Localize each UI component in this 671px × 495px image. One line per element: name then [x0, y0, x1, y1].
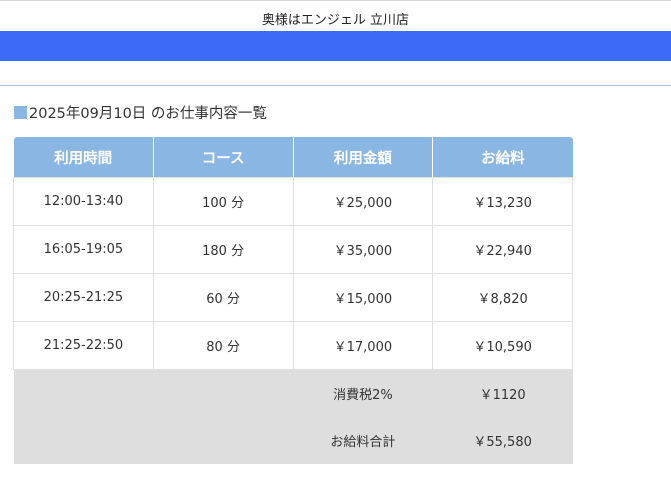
cell-course: 100 分 [152, 177, 294, 226]
cell-time: 16:05-19:05 [13, 225, 154, 274]
cell-course: 80 分 [152, 321, 294, 370]
summary-row-total: お給料合計 ￥55,580 [13, 417, 573, 464]
divider-line [0, 85, 671, 86]
cell-time: 12:00-13:40 [13, 177, 154, 226]
work-list-table-container: 利用時間 コース 利用金額 お給料 12:00-13:40 100 分 ￥25,… [13, 137, 573, 464]
cell-time: 21:25-22:50 [13, 321, 154, 370]
shop-name: 奥様はエンジェル 立川店 [261, 13, 410, 28]
page-heading-text: 2025年09月10日 のお仕事内容一覧 [29, 106, 267, 122]
cell-amount: ￥17,000 [292, 321, 434, 370]
summary-blank [13, 417, 293, 464]
summary-value-tax: ￥1120 [432, 369, 573, 417]
top-bar: 奥様はエンジェル 立川店 [0, 0, 671, 30]
blue-square-icon [14, 106, 27, 119]
cell-amount: ￥15,000 [292, 273, 434, 322]
cell-amount: ￥35,000 [292, 225, 434, 274]
work-list-table: 利用時間 コース 利用金額 お給料 12:00-13:40 100 分 ￥25,… [13, 137, 573, 464]
summary-row-tax: 消費税2% ￥1120 [13, 369, 573, 417]
table-row: 21:25-22:50 80 分 ￥17,000 ￥10,590 [13, 321, 573, 370]
summary-label-tax: 消費税2% [293, 369, 433, 417]
cell-salary: ￥13,230 [432, 177, 573, 226]
table-row: 20:25-21:25 60 分 ￥15,000 ￥8,820 [13, 273, 573, 322]
column-header-amount: 利用金額 [293, 137, 434, 178]
summary-blank [13, 369, 293, 417]
table-row: 16:05-19:05 180 分 ￥35,000 ￥22,940 [13, 225, 573, 274]
cell-salary: ￥10,590 [432, 321, 573, 370]
cell-salary: ￥8,820 [432, 273, 573, 322]
page-heading: 2025年09月10日 のお仕事内容一覧 [14, 102, 267, 123]
cell-salary: ￥22,940 [432, 225, 573, 274]
cell-time: 20:25-21:25 [13, 273, 154, 322]
cell-amount: ￥25,000 [292, 177, 434, 226]
blue-navigation-band [0, 31, 671, 61]
cell-course: 180 分 [152, 225, 294, 274]
column-header-time: 利用時間 [13, 137, 154, 178]
summary-label-total: お給料合計 [293, 417, 433, 464]
column-header-course: コース [153, 137, 294, 178]
summary-value-total: ￥55,580 [432, 417, 573, 464]
column-header-salary: お給料 [432, 137, 573, 178]
cell-course: 60 分 [152, 273, 294, 322]
table-row: 12:00-13:40 100 分 ￥25,000 ￥13,230 [13, 177, 573, 226]
table-header-row: 利用時間 コース 利用金額 お給料 [13, 137, 573, 178]
